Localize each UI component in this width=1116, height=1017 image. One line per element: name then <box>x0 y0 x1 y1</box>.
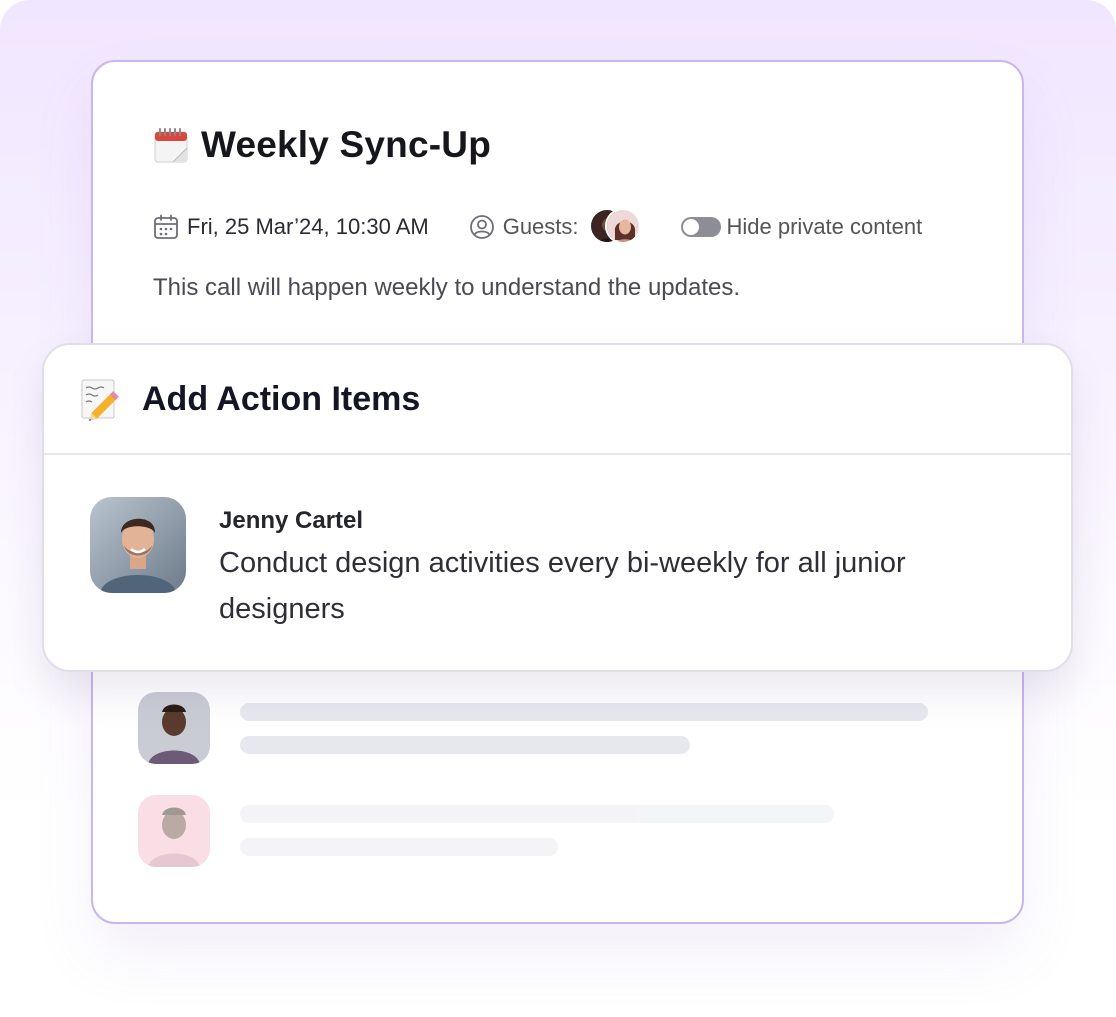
guests-group[interactable]: Guests: <box>469 208 645 246</box>
toggle-knob <box>682 219 699 235</box>
guest-avatar[interactable] <box>604 208 641 244</box>
hide-private-toggle[interactable] <box>680 217 721 237</box>
hide-private-toggle-group[interactable]: Hide private content <box>680 214 923 240</box>
placeholder-row <box>138 692 938 764</box>
meeting-meta-row: Fri, 25 Mar’24, 10:30 AM Guests: Hide pr… <box>153 208 922 246</box>
memo-pencil-icon <box>81 379 119 421</box>
action-items-card: Add Action Items Jenny Cartel Conduct de… <box>42 343 1073 672</box>
action-items-header: Add Action Items <box>44 345 1071 455</box>
skeleton-line <box>240 736 690 754</box>
user-circle-icon <box>469 215 494 239</box>
calendar-emoji-icon <box>154 128 188 163</box>
action-item[interactable]: Jenny Cartel Conduct design activities e… <box>44 455 1071 670</box>
action-items-title: Add Action Items <box>142 379 421 418</box>
calendar-icon <box>154 214 178 239</box>
skeleton-line <box>240 805 834 823</box>
avatar <box>138 692 210 764</box>
meeting-description: This call will happen weekly to understa… <box>153 274 741 301</box>
background-stage: Weekly Sync-Up Fri, 25 Mar’24, 10:30 AM <box>0 0 1116 1017</box>
meeting-title: Weekly Sync-Up <box>201 124 492 165</box>
meeting-date: Fri, 25 Mar’24, 10:30 AM <box>187 214 429 239</box>
action-item-task: Conduct design activities every bi-weekl… <box>219 547 906 625</box>
action-item-assignee: Jenny Cartel <box>219 507 364 534</box>
avatar <box>138 795 210 867</box>
skeleton-line <box>240 838 558 856</box>
placeholder-row <box>138 795 938 867</box>
meeting-title-row: Weekly Sync-Up <box>153 124 491 166</box>
avatar <box>90 497 186 593</box>
guest-avatars[interactable] <box>588 208 645 246</box>
guests-label: Guests: <box>502 214 579 239</box>
toggle-label: Hide private content <box>726 214 923 239</box>
skeleton-line <box>240 703 928 721</box>
